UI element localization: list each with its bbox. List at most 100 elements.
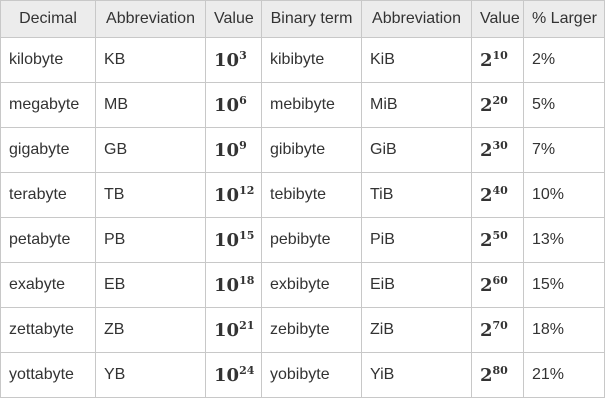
decimal-value: 1012 bbox=[205, 172, 262, 218]
decimal-base: 10 bbox=[214, 94, 240, 116]
binary-term: yobibyte bbox=[261, 352, 362, 398]
decimal-exponent: 3 bbox=[239, 48, 247, 62]
percent-larger: 5% bbox=[523, 82, 605, 128]
binary-value: 230 bbox=[471, 127, 524, 173]
decimal-value: 1015 bbox=[205, 217, 262, 263]
decimal-abbreviation: PB bbox=[95, 217, 206, 263]
percent-larger: 2% bbox=[523, 37, 605, 83]
binary-term: pebibyte bbox=[261, 217, 362, 263]
binary-term: zebibyte bbox=[261, 307, 362, 353]
percent-larger: 18% bbox=[523, 307, 605, 353]
binary-base: 2 bbox=[480, 274, 493, 296]
header-binary-term: Binary term bbox=[261, 0, 362, 38]
decimal-base: 10 bbox=[214, 184, 240, 206]
binary-exponent: 20 bbox=[492, 93, 508, 107]
binary-base: 2 bbox=[480, 94, 493, 116]
decimal-abbreviation: ZB bbox=[95, 307, 206, 353]
table-row: terabyte TB 1012 tebibyte TiB 240 10% bbox=[0, 172, 605, 218]
header-percent-larger: % Larger bbox=[523, 0, 605, 38]
binary-exponent: 10 bbox=[492, 48, 508, 62]
decimal-value: 103 bbox=[205, 37, 262, 83]
decimal-value: 1021 bbox=[205, 307, 262, 353]
decimal-abbreviation: TB bbox=[95, 172, 206, 218]
decimal-base: 10 bbox=[214, 139, 240, 161]
binary-base: 2 bbox=[480, 49, 493, 71]
binary-value: 270 bbox=[471, 307, 524, 353]
binary-base: 2 bbox=[480, 229, 493, 251]
decimal-term: gigabyte bbox=[0, 127, 96, 173]
decimal-value: 1018 bbox=[205, 262, 262, 308]
binary-value: 280 bbox=[471, 352, 524, 398]
binary-value: 220 bbox=[471, 82, 524, 128]
binary-term: tebibyte bbox=[261, 172, 362, 218]
header-decimal: Decimal bbox=[0, 0, 96, 38]
binary-exponent: 30 bbox=[492, 138, 508, 152]
decimal-term: zettabyte bbox=[0, 307, 96, 353]
binary-abbreviation: GiB bbox=[361, 127, 472, 173]
binary-value: 210 bbox=[471, 37, 524, 83]
decimal-value: 106 bbox=[205, 82, 262, 128]
percent-larger: 15% bbox=[523, 262, 605, 308]
table-row: megabyte MB 106 mebibyte MiB 220 5% bbox=[0, 82, 605, 128]
binary-value: 260 bbox=[471, 262, 524, 308]
decimal-term: terabyte bbox=[0, 172, 96, 218]
binary-term: kibibyte bbox=[261, 37, 362, 83]
binary-exponent: 50 bbox=[492, 228, 508, 242]
binary-abbreviation: ZiB bbox=[361, 307, 472, 353]
decimal-abbreviation: GB bbox=[95, 127, 206, 173]
header-row: Decimal Abbreviation Value Binary term A… bbox=[0, 0, 605, 38]
table-row: gigabyte GB 109 gibibyte GiB 230 7% bbox=[0, 127, 605, 173]
percent-larger: 21% bbox=[523, 352, 605, 398]
binary-abbreviation: TiB bbox=[361, 172, 472, 218]
header-binary-abbreviation: Abbreviation bbox=[361, 0, 472, 38]
binary-exponent: 70 bbox=[492, 318, 508, 332]
decimal-exponent: 6 bbox=[239, 93, 247, 107]
percent-larger: 10% bbox=[523, 172, 605, 218]
percent-larger: 13% bbox=[523, 217, 605, 263]
binary-base: 2 bbox=[480, 184, 493, 206]
decimal-exponent: 12 bbox=[239, 183, 255, 197]
binary-exponent: 80 bbox=[492, 363, 508, 377]
binary-base: 2 bbox=[480, 364, 493, 386]
decimal-term: petabyte bbox=[0, 217, 96, 263]
binary-abbreviation: YiB bbox=[361, 352, 472, 398]
binary-abbreviation: PiB bbox=[361, 217, 472, 263]
decimal-exponent: 21 bbox=[239, 318, 255, 332]
table-row: petabyte PB 1015 pebibyte PiB 250 13% bbox=[0, 217, 605, 263]
decimal-term: exabyte bbox=[0, 262, 96, 308]
table-row: kilobyte KB 103 kibibyte KiB 210 2% bbox=[0, 37, 605, 83]
binary-value: 240 bbox=[471, 172, 524, 218]
decimal-abbreviation: EB bbox=[95, 262, 206, 308]
table-row: exabyte EB 1018 exbibyte EiB 260 15% bbox=[0, 262, 605, 308]
units-table: Decimal Abbreviation Value Binary term A… bbox=[0, 0, 605, 398]
table-body: kilobyte KB 103 kibibyte KiB 210 2% mega… bbox=[0, 37, 605, 398]
decimal-exponent: 24 bbox=[239, 363, 255, 377]
binary-abbreviation: EiB bbox=[361, 262, 472, 308]
header-decimal-abbreviation: Abbreviation bbox=[95, 0, 206, 38]
binary-value: 250 bbox=[471, 217, 524, 263]
decimal-base: 10 bbox=[214, 229, 240, 251]
decimal-base: 10 bbox=[214, 49, 240, 71]
decimal-exponent: 18 bbox=[239, 273, 255, 287]
binary-term: gibibyte bbox=[261, 127, 362, 173]
decimal-abbreviation: KB bbox=[95, 37, 206, 83]
binary-term: mebibyte bbox=[261, 82, 362, 128]
decimal-abbreviation: MB bbox=[95, 82, 206, 128]
decimal-base: 10 bbox=[214, 274, 240, 296]
table-header: Decimal Abbreviation Value Binary term A… bbox=[0, 0, 605, 38]
decimal-exponent: 15 bbox=[239, 228, 255, 242]
binary-abbreviation: KiB bbox=[361, 37, 472, 83]
decimal-value: 109 bbox=[205, 127, 262, 173]
binary-exponent: 40 bbox=[492, 183, 508, 197]
decimal-base: 10 bbox=[214, 364, 240, 386]
table-row: yottabyte YB 1024 yobibyte YiB 280 21% bbox=[0, 352, 605, 398]
decimal-term: kilobyte bbox=[0, 37, 96, 83]
header-decimal-value: Value bbox=[205, 0, 262, 38]
binary-abbreviation: MiB bbox=[361, 82, 472, 128]
binary-exponent: 60 bbox=[492, 273, 508, 287]
decimal-abbreviation: YB bbox=[95, 352, 206, 398]
table-row: zettabyte ZB 1021 zebibyte ZiB 270 18% bbox=[0, 307, 605, 353]
percent-larger: 7% bbox=[523, 127, 605, 173]
decimal-base: 10 bbox=[214, 319, 240, 341]
decimal-exponent: 9 bbox=[239, 138, 247, 152]
